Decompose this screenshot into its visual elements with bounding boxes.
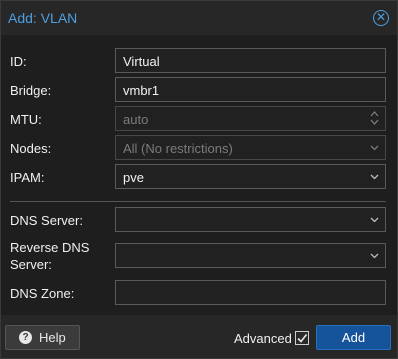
add-vlan-dialog: Add: VLAN ✕ ID: Virtual Bridge: vmbr1 MT… xyxy=(0,0,398,359)
question-circle-icon: ? xyxy=(19,331,32,344)
dns-server-label: DNS Server: xyxy=(10,213,83,228)
dialog-body: ID: Virtual Bridge: vmbr1 MTU: auto Node… xyxy=(1,35,397,315)
advanced-checkbox[interactable] xyxy=(295,331,309,345)
reverse-dns-server-label: Reverse DNS Server: xyxy=(10,239,89,273)
nodes-select[interactable]: All (No restrictions) xyxy=(115,135,386,160)
dialog-titlebar: Add: VLAN ✕ xyxy=(1,1,397,35)
ipam-label: IPAM: xyxy=(10,170,45,185)
id-row: ID: Virtual xyxy=(1,48,397,74)
reverse-dns-server-row: Reverse DNS Server: xyxy=(1,240,397,272)
help-button[interactable]: ? Help xyxy=(5,325,80,350)
spinner-arrows-icon[interactable] xyxy=(370,110,379,126)
reverse-dns-server-select[interactable] xyxy=(115,243,386,268)
chevron-down-icon[interactable] xyxy=(370,215,379,224)
ipam-row: IPAM: pve xyxy=(1,164,397,190)
reverse-dns-label-line1: Reverse DNS xyxy=(10,240,90,255)
chevron-down-icon[interactable] xyxy=(370,172,379,181)
advanced-label: Advanced xyxy=(234,331,292,346)
dns-zone-label: DNS Zone: xyxy=(10,286,75,301)
checkmark-icon xyxy=(297,334,308,343)
section-divider xyxy=(10,201,386,202)
close-icon[interactable]: ✕ xyxy=(373,10,389,26)
nodes-value: All (No restrictions) xyxy=(123,141,233,156)
chevron-down-icon[interactable] xyxy=(370,143,379,152)
bridge-label: Bridge: xyxy=(10,83,52,98)
dialog-title: Add: VLAN xyxy=(8,10,78,26)
mtu-label: MTU: xyxy=(10,112,42,127)
mtu-row: MTU: auto xyxy=(1,106,397,132)
add-button[interactable]: Add xyxy=(316,325,391,350)
nodes-label: Nodes: xyxy=(10,141,52,156)
nodes-row: Nodes: All (No restrictions) xyxy=(1,135,397,161)
ipam-value: pve xyxy=(123,170,144,185)
id-input[interactable]: Virtual xyxy=(115,48,386,73)
chevron-down-icon[interactable] xyxy=(370,251,379,260)
bridge-input[interactable]: vmbr1 xyxy=(115,77,386,102)
mtu-placeholder: auto xyxy=(123,112,149,127)
ipam-select[interactable]: pve xyxy=(115,164,386,189)
dns-zone-row: DNS Zone: xyxy=(1,280,397,306)
dialog-footer: ? Help Advanced Add xyxy=(1,315,397,358)
reverse-dns-label-line2: Server: xyxy=(10,257,52,272)
dns-zone-select[interactable] xyxy=(115,280,386,305)
bridge-row: Bridge: vmbr1 xyxy=(1,77,397,103)
dns-server-row: DNS Server: xyxy=(1,207,397,233)
help-label: Help xyxy=(39,330,66,345)
id-label: ID: xyxy=(10,54,27,69)
mtu-input[interactable]: auto xyxy=(115,106,386,131)
dns-server-select[interactable] xyxy=(115,207,386,232)
